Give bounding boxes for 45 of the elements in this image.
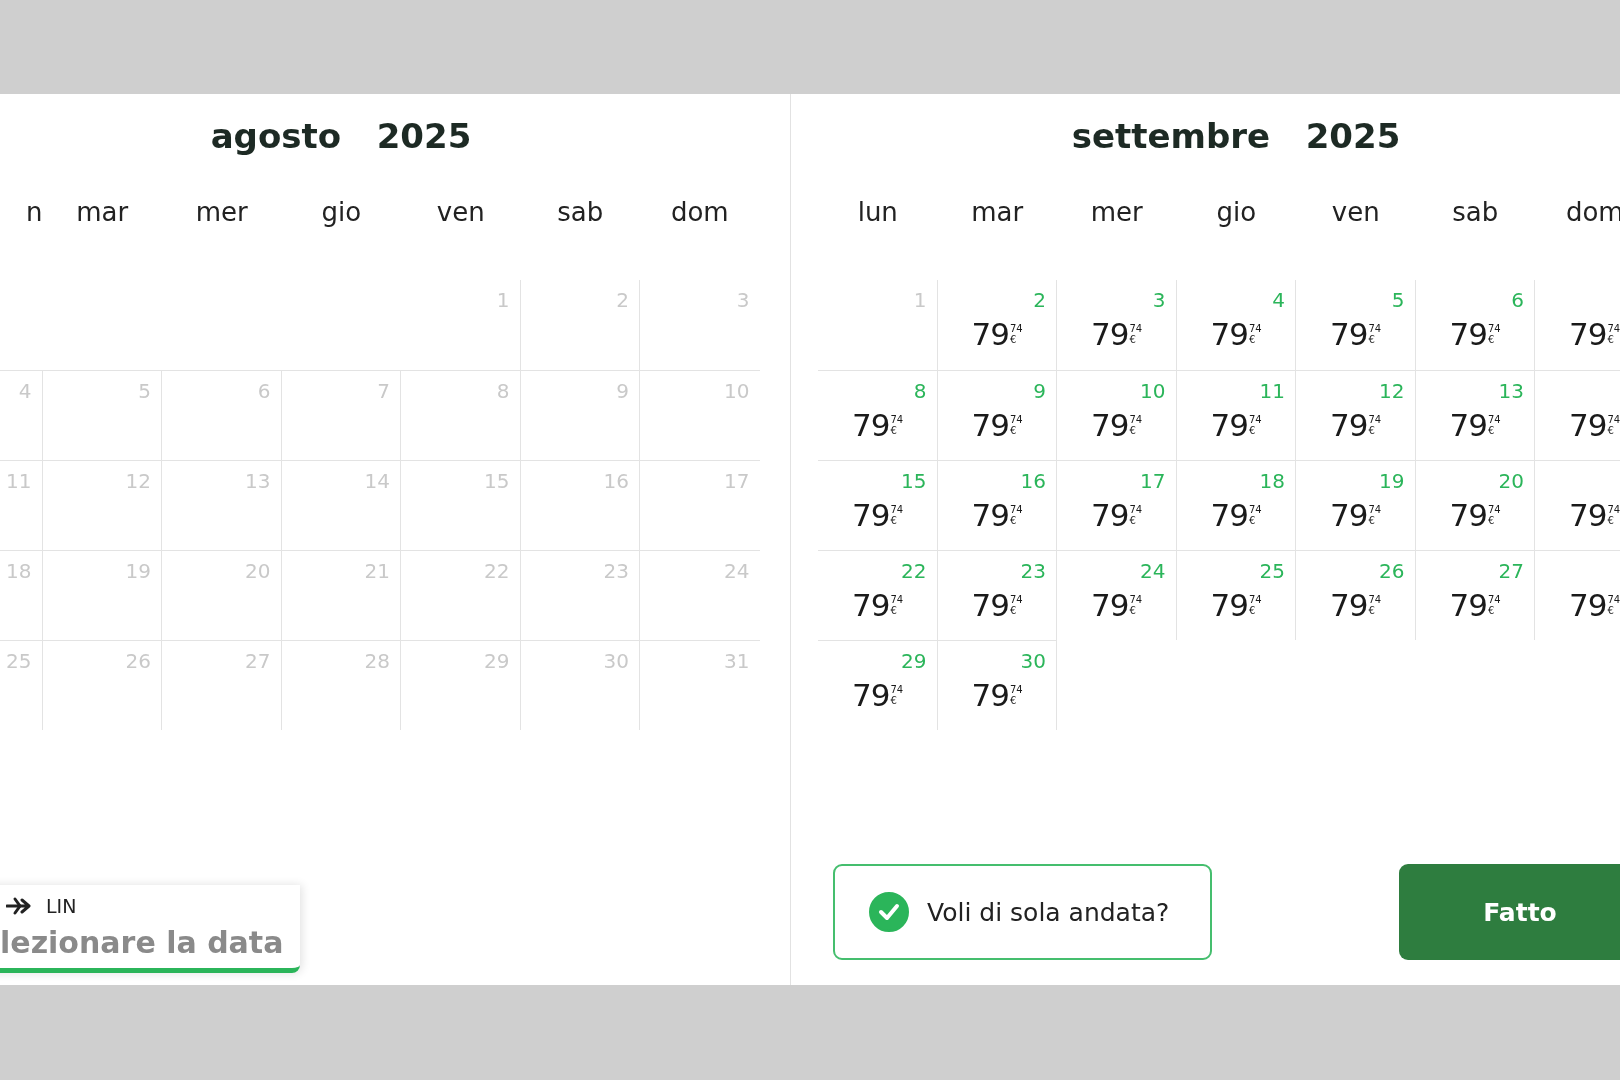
day-number[interactable]: 12 [1379,379,1405,403]
route-card[interactable]: LIN lezionare la data [0,885,300,973]
weekday-label: sab [1452,197,1499,227]
day-number[interactable]: 8 [913,379,927,403]
day-number[interactable]: 23 [1020,559,1046,583]
day-number[interactable]: 17 [1140,469,1166,493]
weekday-label: ven [1331,197,1380,227]
day-number[interactable]: 19 [1379,469,1405,493]
weekday-label: mer [195,197,248,227]
weekday-label: dom [670,197,729,227]
day-number[interactable]: 26 [1379,559,1405,583]
day-number[interactable]: 16 [1020,469,1046,493]
day-number[interactable]: 27 [1498,559,1524,583]
date-prompt: lezionare la data [0,925,285,960]
weekday-label: mar [76,197,129,227]
day-number[interactable]: 15 [901,469,927,493]
weekday-label: gio [321,197,362,227]
weekday-label: sab [557,197,604,227]
day-number[interactable]: 9 [1033,379,1046,403]
day-number[interactable]: 20 [1498,469,1524,493]
day-number[interactable]: 29 [901,649,927,673]
weekday-label: gio [1216,197,1257,227]
one-way-checkbox[interactable]: Voli di sola andata? [833,864,1212,960]
weekday-label: n [26,197,43,227]
day-number[interactable]: 24 [1140,559,1166,583]
day-number[interactable]: 18 [1259,469,1285,493]
day-number[interactable]: 5 [1391,288,1405,312]
day-number[interactable]: 30 [1020,649,1046,673]
day-number[interactable]: 13 [1498,379,1524,403]
weekday-label: ven [436,197,485,227]
weekday-label: lun [857,197,898,227]
day-number[interactable]: 3 [1152,288,1166,312]
day-number[interactable]: 25 [1259,559,1285,583]
day-number[interactable]: 2 [1033,288,1046,312]
month-title: settembre 2025 [1070,115,1402,158]
day-number[interactable]: 4 [1272,288,1285,312]
weekday-label: mar [971,197,1024,227]
airport-code: LIN [46,895,77,917]
weekday-label: mer [1090,197,1143,227]
day-number[interactable]: 6 [1511,288,1524,312]
month-title: agosto 2025 [209,115,473,158]
done-button[interactable]: Fatto [1399,864,1620,960]
day-number[interactable]: 11 [1259,379,1285,403]
day-number[interactable]: 10 [1140,379,1166,403]
day-number[interactable]: 22 [901,559,927,583]
